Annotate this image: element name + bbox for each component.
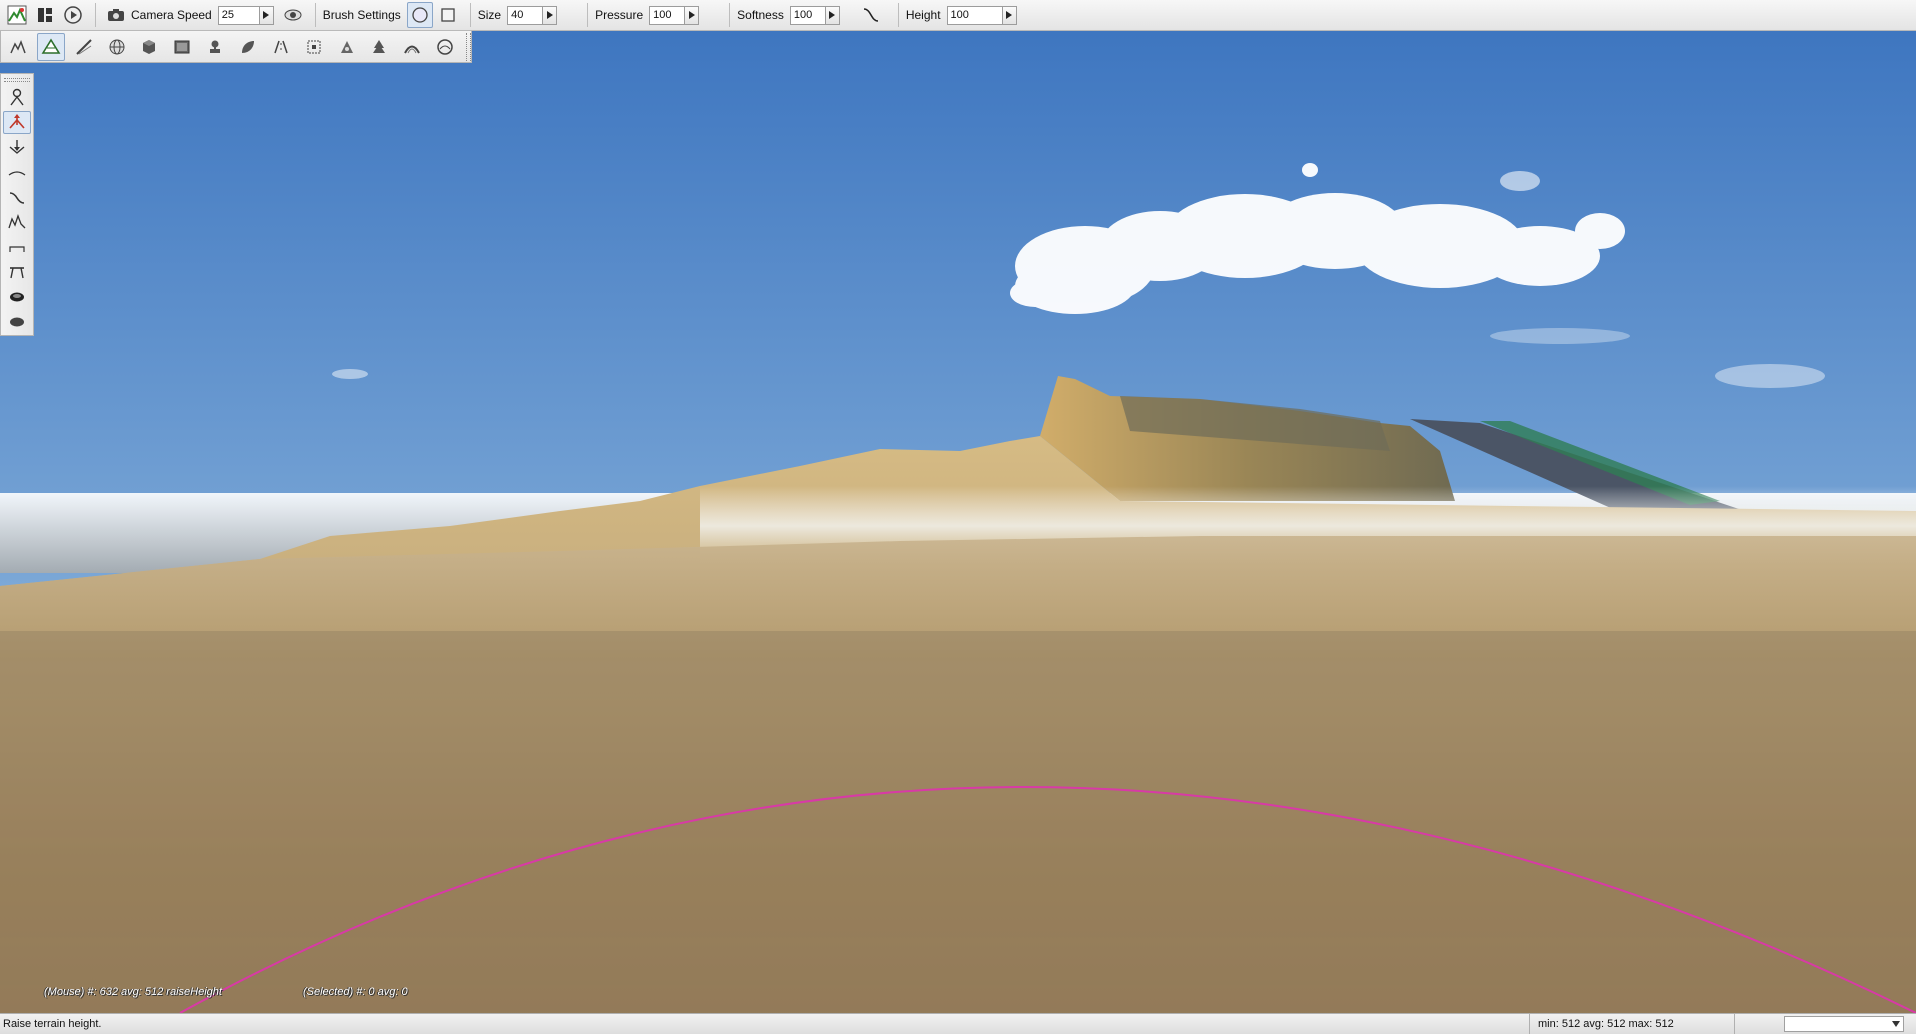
arrow-right-icon [688, 11, 695, 19]
panel-layout-icon[interactable] [32, 2, 58, 28]
arrow-right-icon [546, 11, 553, 19]
mouse-info-text: (Mouse) #: 632 avg: 512 raiseHeight [44, 986, 222, 998]
lower-height-icon[interactable] [3, 136, 31, 159]
softness-curve-icon[interactable] [858, 2, 884, 28]
camera-icon[interactable] [103, 2, 129, 28]
pressure-input[interactable] [649, 5, 686, 25]
select-object-icon[interactable] [4, 33, 32, 61]
stamp-icon[interactable] [201, 33, 229, 61]
circle-brush-icon[interactable] [406, 2, 433, 28]
softness-label: Softness [737, 8, 784, 22]
smooth-icon[interactable] [3, 161, 31, 184]
set-height-icon[interactable] [3, 260, 31, 283]
flatten-icon[interactable] [3, 235, 31, 258]
brush-settings-label: Brush Settings [322, 8, 401, 22]
leaf-icon[interactable] [234, 33, 262, 61]
status-height-stats: min: 512 avg: 512 max: 512 [1529, 1013, 1734, 1034]
selected-info-text: (Selected) #: 0 avg: 0 [303, 986, 408, 998]
separator [95, 3, 96, 27]
pressure-spin-button[interactable] [685, 5, 700, 25]
height-field[interactable] [946, 5, 1017, 25]
decal-icon[interactable] [333, 33, 361, 61]
main-toolbar: Camera Speed Brush Settings Size Pressur… [0, 0, 1916, 31]
height-label: Height [905, 8, 941, 22]
forest-icon[interactable] [365, 33, 393, 61]
separator [587, 3, 589, 27]
status-dropdown[interactable] [1784, 1016, 1904, 1032]
paint-icon[interactable] [70, 33, 98, 61]
status-bar: Raise terrain height. min: 512 avg: 512 … [0, 1013, 1916, 1034]
size-input[interactable] [507, 5, 544, 25]
play-icon[interactable] [60, 2, 86, 28]
separator [469, 3, 471, 27]
pressure-field[interactable] [649, 5, 700, 25]
noise-icon[interactable] [3, 211, 31, 234]
toolstrip-grip[interactable] [466, 32, 472, 61]
editor-tool-strip [0, 31, 472, 63]
box-icon[interactable] [135, 33, 163, 61]
status-divider [1734, 1013, 1784, 1034]
raise-height-icon[interactable] [3, 110, 31, 134]
transform-icon[interactable] [300, 33, 328, 61]
arrow-right-icon [1006, 11, 1013, 19]
softness-input[interactable] [789, 5, 826, 25]
select-icon[interactable] [3, 86, 31, 109]
camera-speed-input[interactable] [217, 5, 260, 25]
terrain-scene [0, 31, 1916, 1013]
slope-icon[interactable] [3, 186, 31, 209]
pressure-label: Pressure [595, 8, 644, 22]
terrain-editor-icon[interactable] [4, 2, 30, 28]
softness-field[interactable] [789, 5, 840, 25]
mesh-road-icon[interactable] [398, 33, 426, 61]
terrain-tool-palette [0, 73, 34, 336]
world-icon[interactable] [103, 33, 131, 61]
softness-spin-button[interactable] [825, 5, 840, 25]
size-label: Size [477, 8, 502, 22]
arrow-right-icon [263, 11, 270, 19]
river-icon[interactable] [431, 33, 459, 61]
square-brush-icon[interactable] [435, 2, 461, 28]
height-input[interactable] [946, 5, 1003, 25]
viewport-3d[interactable]: (Mouse) #: 632 avg: 512 raiseHeight (Sel… [0, 31, 1916, 1013]
palette-grip[interactable] [4, 78, 30, 82]
size-spin-button[interactable] [543, 5, 558, 25]
separator [314, 3, 316, 27]
clear-terrain-icon[interactable] [3, 285, 31, 308]
height-spin-button[interactable] [1002, 5, 1017, 25]
camera-speed-spin-button[interactable] [259, 5, 274, 25]
restore-terrain-icon[interactable] [3, 310, 31, 333]
chevron-down-icon [1892, 1021, 1900, 1027]
road-icon[interactable] [267, 33, 295, 61]
visibility-icon[interactable] [280, 2, 306, 28]
separator [897, 3, 899, 27]
separator [729, 3, 731, 27]
arrow-right-icon [829, 11, 836, 19]
camera-speed-label: Camera Speed [131, 8, 212, 22]
size-field[interactable] [507, 5, 558, 25]
camera-speed-field[interactable] [217, 5, 274, 25]
status-message: Raise terrain height. [3, 1018, 102, 1030]
image-icon[interactable] [168, 33, 196, 61]
terrain-tool-icon[interactable] [36, 32, 65, 61]
